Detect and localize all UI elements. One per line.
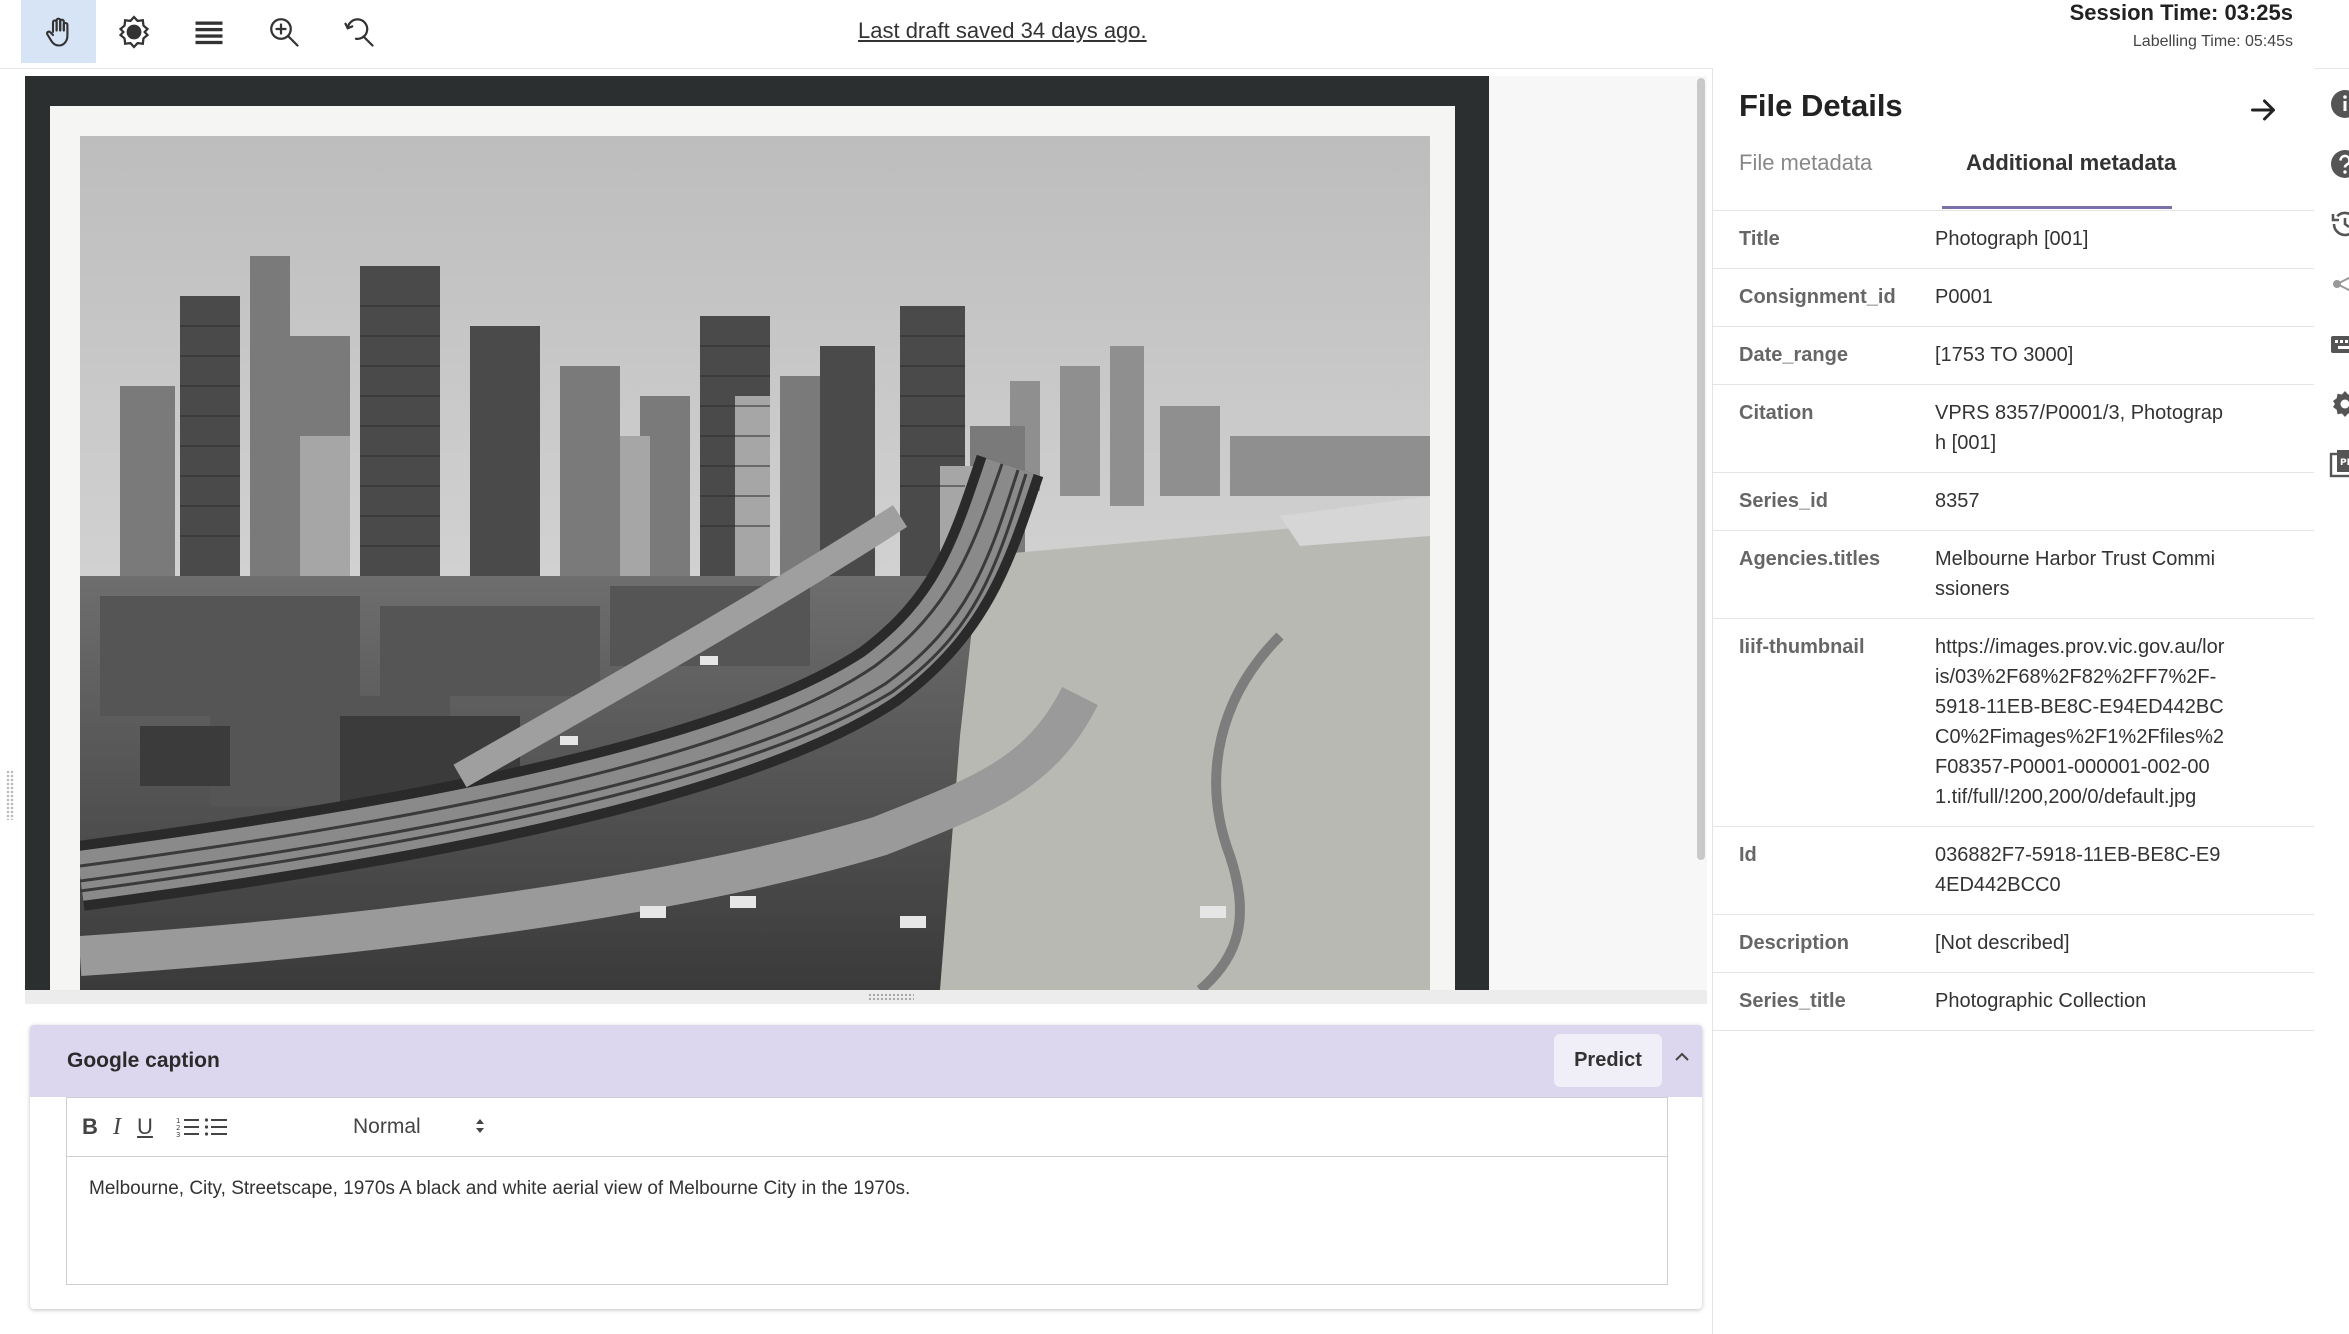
active-tab-indicator bbox=[1942, 206, 2172, 209]
metadata-row: Date_range [1753 TO 3000] bbox=[1713, 327, 2314, 385]
italic-button[interactable]: I bbox=[102, 1112, 132, 1142]
settings-button[interactable] bbox=[2329, 388, 2349, 420]
horizontal-resize-bar[interactable] bbox=[25, 990, 1707, 1004]
metadata-key: Agencies.titles bbox=[1739, 548, 1881, 570]
canvas-background bbox=[1489, 76, 1707, 990]
metadata-key: Citation bbox=[1739, 402, 1814, 424]
underline-button[interactable]: U bbox=[130, 1112, 160, 1142]
bullet-list-button[interactable] bbox=[201, 1112, 231, 1142]
metadata-value: 036882F7-5918-11EB-BE8C-E94ED442BCC0 bbox=[1935, 844, 2221, 896]
svg-text:3: 3 bbox=[176, 1131, 180, 1138]
pdf-icon: PDF bbox=[2329, 450, 2349, 478]
metadata-value: [Not described] bbox=[1935, 932, 2070, 954]
file-details-panel: File Details File metadata Additional me… bbox=[1712, 68, 2314, 1334]
metadata-value: Photographic Collection bbox=[1935, 990, 2147, 1012]
info-button[interactable] bbox=[2329, 88, 2349, 120]
text-style-select[interactable]: Normal bbox=[347, 1112, 487, 1142]
metadata-key: Date_range bbox=[1739, 344, 1848, 366]
bold-button[interactable]: B bbox=[75, 1112, 105, 1142]
share-icon bbox=[2333, 276, 2349, 292]
metadata-key: Title bbox=[1739, 228, 1780, 250]
tab-file-metadata[interactable]: File metadata bbox=[1739, 150, 1872, 176]
metadata-key: Series_title bbox=[1739, 990, 1846, 1012]
draft-status-link[interactable]: Last draft saved 34 days ago. bbox=[858, 18, 1147, 44]
top-toolbar: Last draft saved 34 days ago. Session Ti… bbox=[0, 0, 2349, 69]
keyboard-shortcuts-button[interactable] bbox=[2329, 328, 2349, 360]
metadata-value: Melbourne Harbor Trust Commissioners bbox=[1935, 548, 2216, 600]
zoom-in-icon bbox=[269, 17, 299, 47]
chevron-up-icon bbox=[1675, 1052, 1689, 1061]
ordered-list-button[interactable]: 1 2 3 bbox=[173, 1112, 203, 1142]
history-button[interactable] bbox=[2329, 208, 2349, 240]
metadata-row: Agencies.titles Melbourne Harbor Trust C… bbox=[1713, 531, 2314, 619]
right-icon-strip: PDF bbox=[2313, 68, 2349, 668]
metadata-row: Series_id 8357 bbox=[1713, 473, 2314, 531]
labelling-time: Labelling Time: 05:45s bbox=[2132, 33, 2293, 50]
metadata-value: 8357 bbox=[1935, 490, 1980, 512]
caption-card: Google caption Predict B I U 1 2 3 Norma… bbox=[30, 1025, 1702, 1309]
image-viewer[interactable] bbox=[25, 76, 1489, 990]
metadata-row: Id 036882F7-5918-11EB-BE8C-E94ED442BCC0 bbox=[1713, 827, 2314, 915]
layers-icon bbox=[195, 21, 222, 44]
metadata-key: Id bbox=[1739, 844, 1757, 866]
help-icon bbox=[2331, 150, 2349, 178]
metadata-table: Title Photograph [001] Consignment_id P0… bbox=[1713, 211, 2314, 1031]
predict-button[interactable]: Predict bbox=[1554, 1034, 1662, 1087]
keyboard-icon bbox=[2331, 336, 2349, 353]
metadata-value: [1753 TO 3000] bbox=[1935, 344, 2074, 366]
pan-tool-button[interactable] bbox=[21, 0, 96, 63]
metadata-key: Description bbox=[1739, 932, 1850, 954]
settings-icon bbox=[2333, 391, 2349, 417]
info-icon bbox=[2331, 90, 2349, 118]
metadata-row: Series_title Photographic Collection bbox=[1713, 973, 2314, 1031]
collapse-button[interactable] bbox=[1668, 1043, 1696, 1071]
photo-border bbox=[50, 106, 1455, 990]
editor-toolbar: B I U 1 2 3 Normal bbox=[67, 1098, 1667, 1157]
image-scrollbar[interactable] bbox=[1697, 78, 1705, 860]
archive-photograph bbox=[80, 136, 1430, 990]
brightness-tool-button[interactable] bbox=[96, 0, 171, 63]
caption-editor[interactable]: B I U 1 2 3 Normal Melbourne, City, Stre… bbox=[66, 1097, 1668, 1285]
metadata-value: VPRS 8357/P0001/3, Photograph [001] bbox=[1935, 402, 2223, 454]
zoom-in-tool-button[interactable] bbox=[246, 0, 321, 63]
session-time: Session Time: 03:25s bbox=[2069, 0, 2293, 25]
history-icon bbox=[2331, 211, 2349, 237]
close-panel-button[interactable] bbox=[2245, 92, 2281, 128]
zoom-reset-icon bbox=[343, 17, 374, 47]
left-panel-resize-handle[interactable] bbox=[6, 770, 14, 820]
layers-tool-button[interactable] bbox=[171, 0, 246, 63]
metadata-row: Citation VPRS 8357/P0001/3, Photograph [… bbox=[1713, 385, 2314, 473]
tab-additional-metadata[interactable]: Additional metadata bbox=[1966, 150, 2176, 176]
metadata-key: Consignment_id bbox=[1739, 286, 1896, 308]
metadata-value: Photograph [001] bbox=[1935, 228, 2089, 250]
metadata-row: Description [Not described] bbox=[1713, 915, 2314, 973]
caption-header[interactable]: Google caption Predict bbox=[30, 1025, 1702, 1097]
brightness-icon bbox=[118, 14, 149, 49]
hand-icon bbox=[45, 17, 68, 47]
svg-text:PDF: PDF bbox=[2340, 458, 2349, 468]
metadata-key: Iiif-thumbnail bbox=[1739, 636, 1865, 658]
metadata-row: Iiif-thumbnail https://images.prov.vic.g… bbox=[1713, 619, 2314, 827]
help-button[interactable] bbox=[2329, 148, 2349, 180]
metadata-row: Consignment_id P0001 bbox=[1713, 269, 2314, 327]
panel-title: File Details bbox=[1739, 88, 1903, 123]
metadata-value: P0001 bbox=[1935, 286, 1993, 308]
resize-grip-icon[interactable] bbox=[868, 993, 914, 1001]
caption-text[interactable]: Melbourne, City, Streetscape, 1970s A bl… bbox=[89, 1178, 910, 1200]
text-style-value: Normal bbox=[353, 1115, 421, 1138]
metadata-key: Series_id bbox=[1739, 490, 1828, 512]
ordered-list-icon: 1 2 3 bbox=[176, 1117, 199, 1138]
zoom-reset-tool-button[interactable] bbox=[321, 0, 396, 63]
metadata-value: https://images.prov.vic.gov.au/loris/03%… bbox=[1935, 636, 2225, 808]
arrow-right-icon bbox=[2251, 99, 2275, 121]
share-button[interactable] bbox=[2329, 268, 2349, 300]
select-arrows-icon bbox=[476, 1119, 484, 1133]
pdf-button[interactable]: PDF bbox=[2329, 448, 2349, 480]
metadata-row: Title Photograph [001] bbox=[1713, 211, 2314, 269]
caption-title: Google caption bbox=[67, 1049, 220, 1072]
bullet-list-icon bbox=[204, 1118, 227, 1136]
